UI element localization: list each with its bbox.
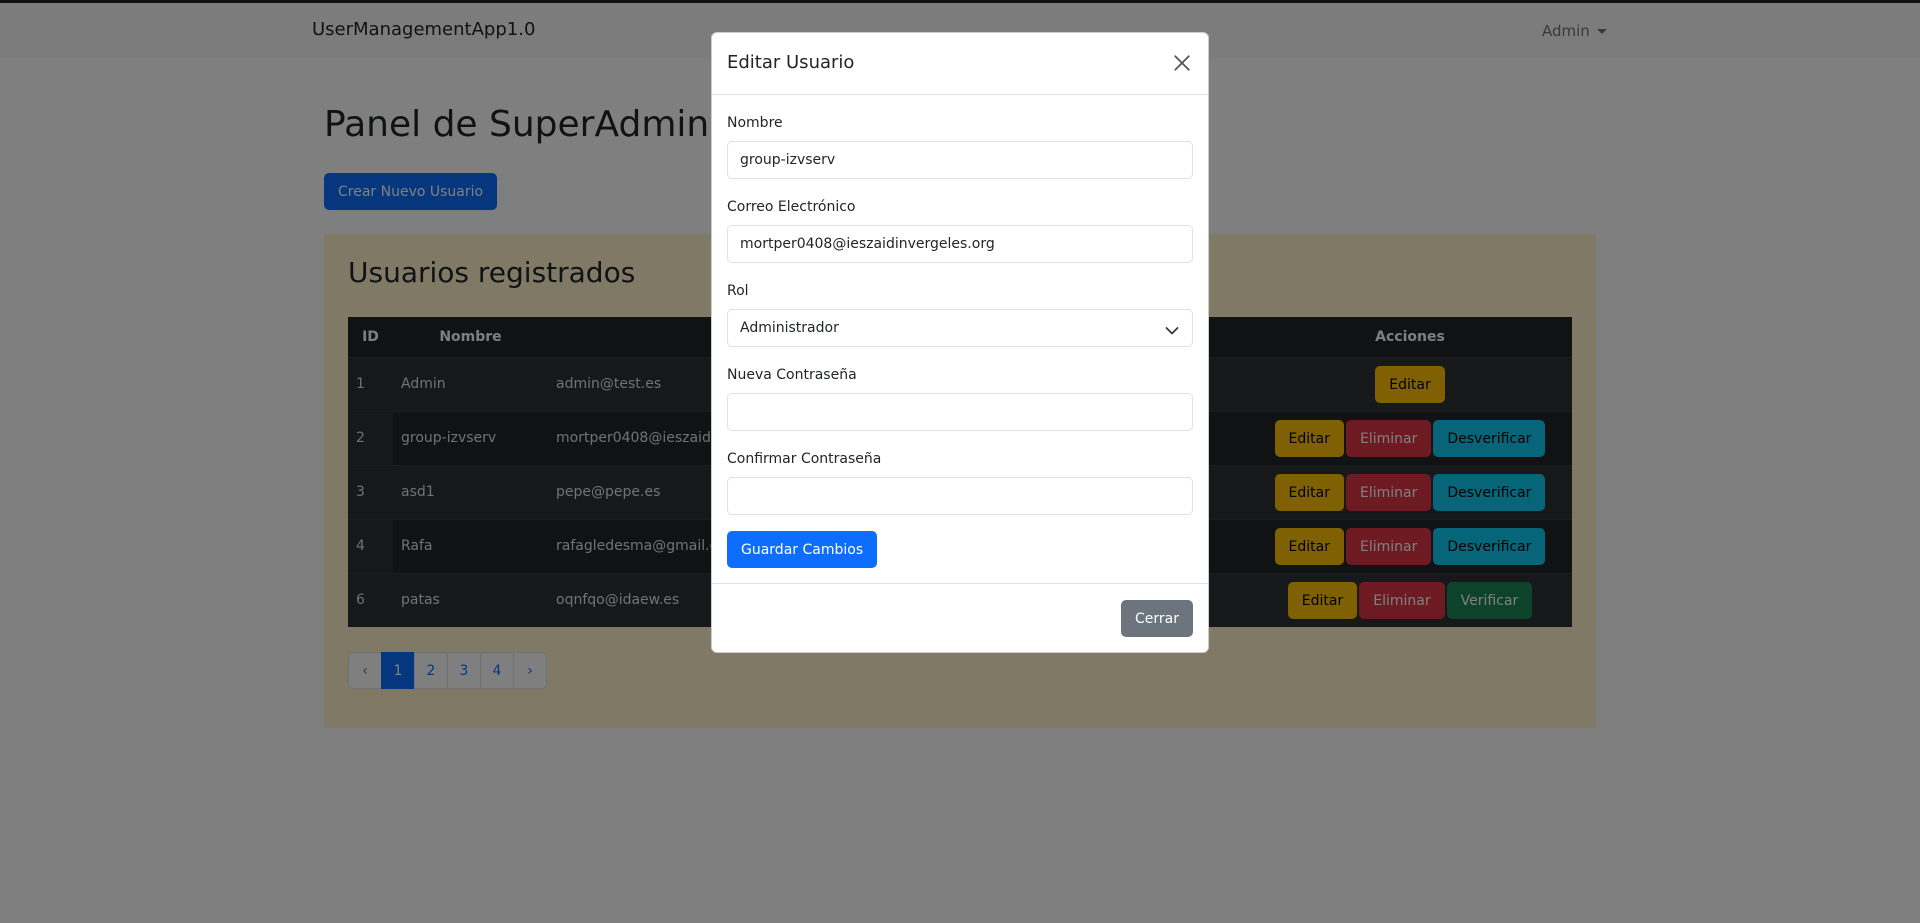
- confirm-password-label: Confirmar Contraseña: [727, 451, 882, 467]
- modal-footer: Cerrar: [712, 583, 1208, 653]
- new-password-input[interactable]: [727, 393, 1193, 431]
- save-changes-button[interactable]: Guardar Cambios: [727, 531, 878, 568]
- email-input[interactable]: [727, 225, 1193, 263]
- page: UserManagementApp1.0 Admin Panel de Supe…: [0, 0, 1920, 923]
- name-input[interactable]: [727, 141, 1193, 179]
- close-icon[interactable]: [1173, 54, 1191, 72]
- role-select[interactable]: Administrador: [727, 309, 1193, 347]
- name-label: Nombre: [727, 115, 783, 131]
- edit-user-modal: Editar Usuario Nombre Correo Electrónico…: [711, 32, 1209, 653]
- modal-header: Editar Usuario: [712, 33, 1208, 95]
- edit-user-form: Nombre Correo Electrónico Rol Administra…: [727, 95, 1193, 568]
- role-select-wrapper: Administrador: [727, 309, 1193, 347]
- email-label: Correo Electrónico: [727, 199, 856, 215]
- new-password-label: Nueva Contraseña: [727, 367, 857, 383]
- confirm-password-input[interactable]: [727, 477, 1193, 515]
- modal-title: Editar Usuario: [727, 52, 855, 73]
- role-label: Rol: [727, 283, 749, 299]
- chevron-down-icon: [1165, 327, 1179, 335]
- close-modal-button[interactable]: Cerrar: [1121, 600, 1193, 637]
